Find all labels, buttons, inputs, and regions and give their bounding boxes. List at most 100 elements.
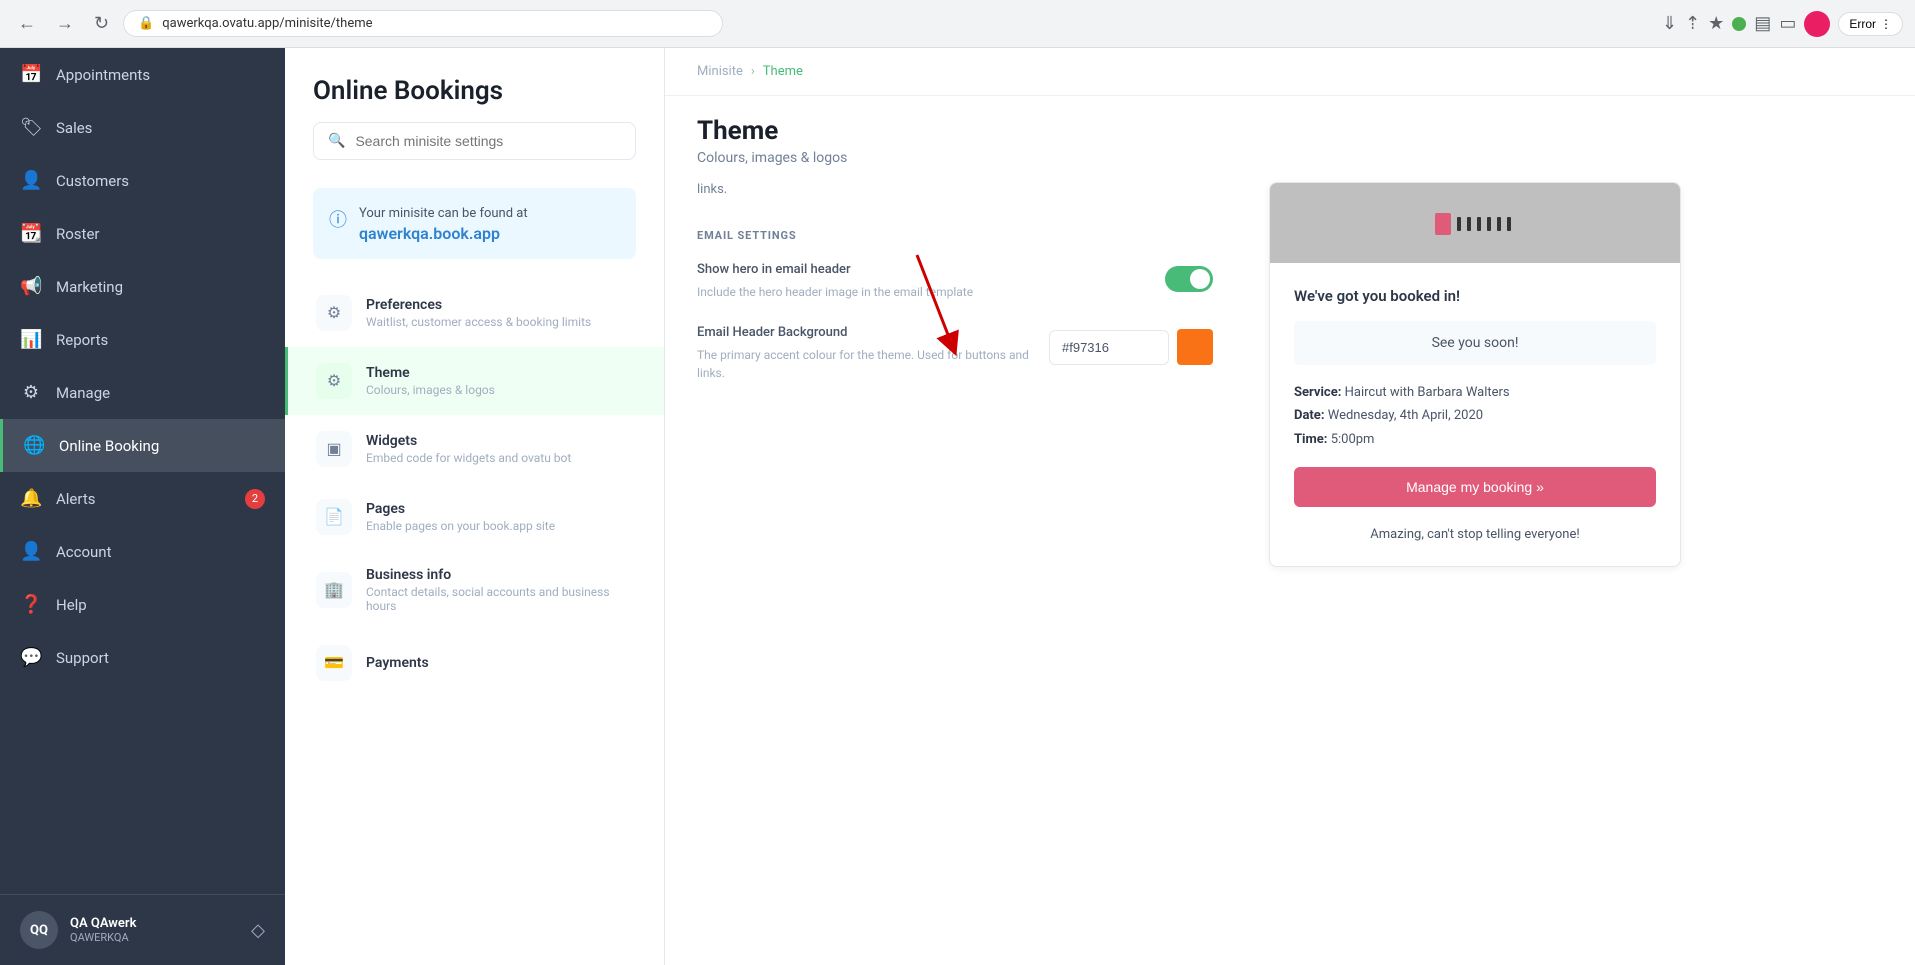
- forward-button[interactable]: →: [50, 9, 80, 38]
- color-text-input[interactable]: [1049, 330, 1169, 365]
- share-icon[interactable]: ⇡: [1685, 13, 1700, 34]
- pages-nav-icon: 📄: [316, 499, 352, 535]
- sidebar-footer: QQ QA QAwerk QAWERKQA ◇: [0, 894, 285, 965]
- middle-panel-header: Online Bookings 🔍: [285, 48, 664, 176]
- sidebar-item-marketing[interactable]: 📢 Marketing: [0, 260, 285, 313]
- sidebar-toggle-icon[interactable]: ▭: [1779, 13, 1796, 34]
- preview-footer-text: Amazing, can't stop telling everyone!: [1294, 527, 1656, 542]
- sidebar-item-account[interactable]: 👤 Account: [0, 525, 285, 578]
- time-label: Time:: [1294, 432, 1327, 447]
- info-icon: ⓘ: [329, 206, 347, 232]
- color-input-row: [1049, 329, 1213, 365]
- manage-booking-button[interactable]: Manage my booking »: [1294, 467, 1656, 507]
- alerts-icon: 🔔: [20, 488, 42, 509]
- preview-see-you-text: See you soon!: [1432, 335, 1519, 351]
- support-icon: 💬: [20, 647, 42, 668]
- hero-toggle[interactable]: [1165, 266, 1213, 292]
- bg-field-label: Email Header Background: [697, 325, 1029, 340]
- star-icon[interactable]: ★: [1708, 13, 1724, 34]
- sidebar-label-customers: Customers: [56, 172, 129, 190]
- nav-item-business-info[interactable]: 🏢 Business info Contact details, social …: [285, 551, 664, 629]
- sidebar-item-appointments[interactable]: 📅 Appointments: [0, 48, 285, 101]
- extension-icon[interactable]: ▤: [1754, 13, 1771, 34]
- preview-card: We've got you booked in! See you soon! S…: [1269, 182, 1681, 567]
- theme-sub: Colours, images & logos: [366, 383, 636, 397]
- nav-item-pages[interactable]: 📄 Pages Enable pages on your book.app si…: [285, 483, 664, 551]
- info-text: Your minisite can be found at: [359, 204, 528, 224]
- app-container: 📅 Appointments 🏷 Sales 👤 Customers 📆 Ros…: [0, 0, 1915, 965]
- sidebar-label-online-booking: Online Booking: [59, 437, 159, 455]
- time-value: 5:00pm: [1331, 432, 1375, 447]
- payments-nav-icon: 💳: [316, 645, 352, 681]
- payments-title: Payments: [366, 655, 636, 671]
- preview-content: We've got you booked in! See you soon! S…: [1270, 263, 1680, 566]
- sidebar-item-manage[interactable]: ⚙ Manage: [0, 366, 285, 419]
- hero-field-desc: Include the hero header image in the ema…: [697, 283, 1145, 301]
- business-info-title: Business info: [366, 567, 636, 583]
- minisite-link[interactable]: qawerkqa.book.app: [359, 224, 500, 243]
- avatar-icon[interactable]: [1804, 11, 1830, 37]
- widgets-content: Widgets Embed code for widgets and ovatu…: [366, 433, 636, 465]
- sidebar-item-roster[interactable]: 📆 Roster: [0, 207, 285, 260]
- appointments-icon: 📅: [20, 64, 42, 85]
- business-info-nav-icon: 🏢: [316, 572, 352, 608]
- sidebar-label-sales: Sales: [56, 119, 92, 137]
- widgets-title: Widgets: [366, 433, 636, 449]
- error-label: Error: [1849, 17, 1876, 31]
- sidebar-item-alerts[interactable]: 🔔 Alerts 2: [0, 472, 285, 525]
- nav-item-theme[interactable]: ⚙ Theme Colours, images & logos: [285, 347, 664, 415]
- service-value: Haircut with Barbara Walters: [1345, 385, 1510, 400]
- nav-item-widgets[interactable]: ▣ Widgets Embed code for widgets and ova…: [285, 415, 664, 483]
- online-booking-icon: 🌐: [23, 435, 45, 456]
- roster-icon: 📆: [20, 223, 42, 244]
- theme-nav-icon: ⚙: [316, 363, 352, 399]
- breadcrumb: Minisite › Theme: [665, 48, 1915, 96]
- nav-item-payments[interactable]: 💳 Payments: [285, 629, 664, 697]
- sidebar: 📅 Appointments 🏷 Sales 👤 Customers 📆 Ros…: [0, 48, 285, 965]
- hero-field-row: Show hero in email header Include the he…: [697, 262, 1213, 301]
- sidebar-item-reports[interactable]: 📊 Reports: [0, 313, 285, 366]
- content-body: links. EMAIL SETTINGS Show hero in email…: [665, 182, 1915, 965]
- nav-section: ⚙ Preferences Waitlist, customer access …: [285, 271, 664, 705]
- search-input[interactable]: [355, 133, 621, 149]
- nav-item-preferences[interactable]: ⚙ Preferences Waitlist, customer access …: [285, 279, 664, 347]
- search-box[interactable]: 🔍: [313, 122, 636, 160]
- search-icon: 🔍: [328, 133, 345, 149]
- widgets-sub: Embed code for widgets and ovatu bot: [366, 451, 636, 465]
- browser-chrome: ← → ↻ 🔒 qawerkqa.ovatu.app/minisite/them…: [0, 0, 1915, 48]
- green-dot: [1732, 17, 1746, 31]
- page-title: Theme: [697, 116, 1883, 146]
- sidebar-item-customers[interactable]: 👤 Customers: [0, 154, 285, 207]
- reload-button[interactable]: ↻: [88, 9, 115, 38]
- breadcrumb-current: Theme: [763, 64, 803, 79]
- business-info-content: Business info Contact details, social ac…: [366, 567, 636, 613]
- sidebar-item-support[interactable]: 💬 Support: [0, 631, 285, 684]
- error-button[interactable]: Error ⋮: [1838, 12, 1903, 36]
- address-bar[interactable]: 🔒 qawerkqa.ovatu.app/minisite/theme: [123, 10, 723, 37]
- sidebar-item-sales[interactable]: 🏷 Sales: [0, 101, 285, 154]
- middle-panel-title: Online Bookings: [313, 76, 636, 106]
- user-settings-icon[interactable]: ◇: [251, 920, 265, 941]
- hero-field-label: Show hero in email header: [697, 262, 1145, 277]
- breadcrumb-parent[interactable]: Minisite: [697, 64, 743, 79]
- help-icon: ❓: [20, 594, 42, 615]
- reports-icon: 📊: [20, 329, 42, 350]
- color-swatch[interactable]: [1177, 329, 1213, 365]
- sidebar-label-reports: Reports: [56, 331, 108, 349]
- download-icon[interactable]: ⇓: [1662, 13, 1677, 34]
- preferences-nav-icon: ⚙: [316, 295, 352, 331]
- preferences-title: Preferences: [366, 297, 636, 313]
- sidebar-item-help[interactable]: ❓ Help: [0, 578, 285, 631]
- theme-content: Theme Colours, images & logos: [366, 365, 636, 397]
- pages-sub: Enable pages on your book.app site: [366, 519, 636, 533]
- sidebar-label-help: Help: [56, 596, 87, 614]
- sidebar-label-alerts: Alerts: [56, 490, 96, 508]
- back-button[interactable]: ←: [12, 9, 42, 38]
- sidebar-item-online-booking[interactable]: 🌐 Online Booking: [0, 419, 285, 472]
- user-info: QA QAwerk QAWERKQA: [70, 916, 239, 944]
- user-avatar: QQ: [20, 911, 58, 949]
- pages-title: Pages: [366, 501, 636, 517]
- theme-title: Theme: [366, 365, 636, 381]
- bg-field-row: Email Header Background The primary acce…: [697, 325, 1213, 382]
- lock-icon: 🔒: [138, 16, 154, 31]
